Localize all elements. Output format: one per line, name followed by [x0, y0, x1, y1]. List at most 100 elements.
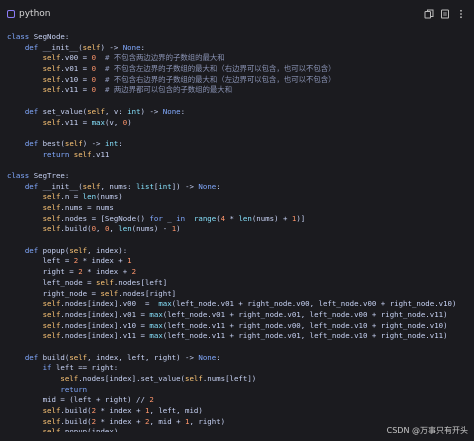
code-token: self	[42, 416, 61, 426]
code-token: , mid +	[149, 416, 186, 426]
code-token: self	[42, 309, 61, 319]
code-comment: # 不包含两边边界的子数组的最大和	[104, 53, 225, 63]
copy-icon[interactable]	[424, 9, 434, 19]
code-token: self	[185, 374, 203, 383]
code-token: for	[149, 213, 163, 223]
code-comment: # 两边界都可以包含的子数组的最大和	[104, 85, 233, 95]
code-token: in	[176, 213, 186, 223]
code-token: .nodes[left]	[113, 277, 168, 287]
expand-icon[interactable]	[440, 9, 450, 19]
code-line: return self.v11	[7, 150, 469, 161]
code-token: best(	[38, 138, 65, 148]
code-token: * index +	[78, 256, 128, 266]
code-token: set_value(	[38, 106, 88, 116]
code-token: * index +	[82, 267, 132, 277]
code-token: int	[158, 181, 172, 191]
code-token: self	[42, 85, 61, 95]
code-token: _	[162, 213, 177, 223]
code-token: ,	[96, 224, 105, 234]
code-token: len	[82, 192, 97, 202]
code-token: None	[198, 352, 217, 362]
code-token: self	[42, 117, 61, 127]
code-token: self	[73, 149, 92, 159]
code-line: def __init__(self, nums: list[int]) -> N…	[7, 182, 469, 193]
code-token: mid = (left + right) //	[7, 395, 150, 405]
code-line: def __init__(self) -> None:	[7, 43, 469, 54]
code-line: def set_value(self, v: int) -> None:	[7, 107, 469, 118]
code-token: __init__(	[38, 42, 83, 52]
code-token: self	[87, 106, 105, 116]
code-token: left_node =	[7, 277, 96, 287]
code-token: int	[127, 106, 141, 116]
code-token: )	[176, 224, 181, 234]
watermark: CSDN @万事只有开头	[386, 426, 468, 435]
code-token: self	[82, 181, 101, 191]
code-token: :	[140, 42, 145, 52]
code-token: )]	[296, 213, 306, 223]
code-token: max	[149, 331, 163, 341]
code-token: max	[158, 299, 172, 309]
code-token: .nums[left])	[202, 374, 257, 383]
code-line: return	[7, 385, 469, 396]
code-token: self	[42, 213, 61, 223]
code-token: self	[42, 53, 61, 63]
code-token: class	[7, 32, 30, 41]
code-token: ) ->	[100, 42, 123, 52]
code-line: self.nodes[index].set_value(self.nums[le…	[7, 374, 469, 385]
code-token: self	[96, 277, 114, 287]
code-token: left == right:	[51, 363, 119, 373]
code-line: class SegNode:	[7, 32, 469, 43]
code-token: popup(	[38, 245, 70, 255]
code-token: (nums) -	[131, 224, 172, 234]
code-token: def	[24, 106, 39, 116]
code-line: self.nodes[index].v00 = max(left_node.v0…	[7, 299, 469, 310]
code-token: self	[60, 374, 79, 383]
code-line: self.nodes[index].v01 = max(left_node.v0…	[7, 310, 469, 321]
code-token: max	[149, 309, 163, 319]
code-token: .nodes[index].v00 =	[60, 299, 159, 309]
language-label: python	[19, 9, 51, 19]
code-token: self	[42, 299, 61, 309]
code-line: self.v00 = 0 # 不包含两边边界的子数组的最大和	[7, 53, 469, 64]
code-token: .nodes[index].v01 =	[60, 309, 150, 319]
code-token: int	[104, 138, 119, 148]
code-token: .v01 =	[60, 64, 92, 74]
code-token: * index +	[96, 406, 145, 416]
code-token: __init__(	[38, 181, 83, 191]
code-token: (nums)	[96, 192, 123, 202]
code-line: self.nodes[index].v10 = max(left_node.v1…	[7, 321, 469, 332]
code-token: .build(	[60, 406, 92, 416]
code-token: , left, mid)	[149, 406, 203, 416]
code-comment: # 不包含左边界的子数组的最大和（右边界可以包含，也可以不包含）	[104, 64, 336, 74]
code-token: max	[149, 320, 163, 330]
code-token: def	[24, 42, 39, 52]
code-token: :	[180, 106, 186, 116]
code-token: None	[198, 181, 217, 191]
code-content: class SegNode: def __init__(self) -> Non…	[7, 32, 469, 432]
code-line: left = 2 * index + 1	[7, 256, 469, 267]
code-token: 1	[127, 256, 132, 266]
code-token: ) ->	[82, 138, 105, 148]
code-token: self	[42, 64, 61, 74]
code-token: (left_node.v01 + right_node.v01, left_no…	[162, 309, 448, 319]
code-token: self	[42, 74, 61, 84]
code-token: ]) ->	[171, 181, 199, 191]
more-icon[interactable]	[456, 9, 466, 19]
code-token: right =	[7, 267, 79, 277]
code-token: .v00 =	[60, 53, 92, 63]
code-token: if	[42, 363, 52, 373]
code-token: self	[82, 42, 101, 52]
